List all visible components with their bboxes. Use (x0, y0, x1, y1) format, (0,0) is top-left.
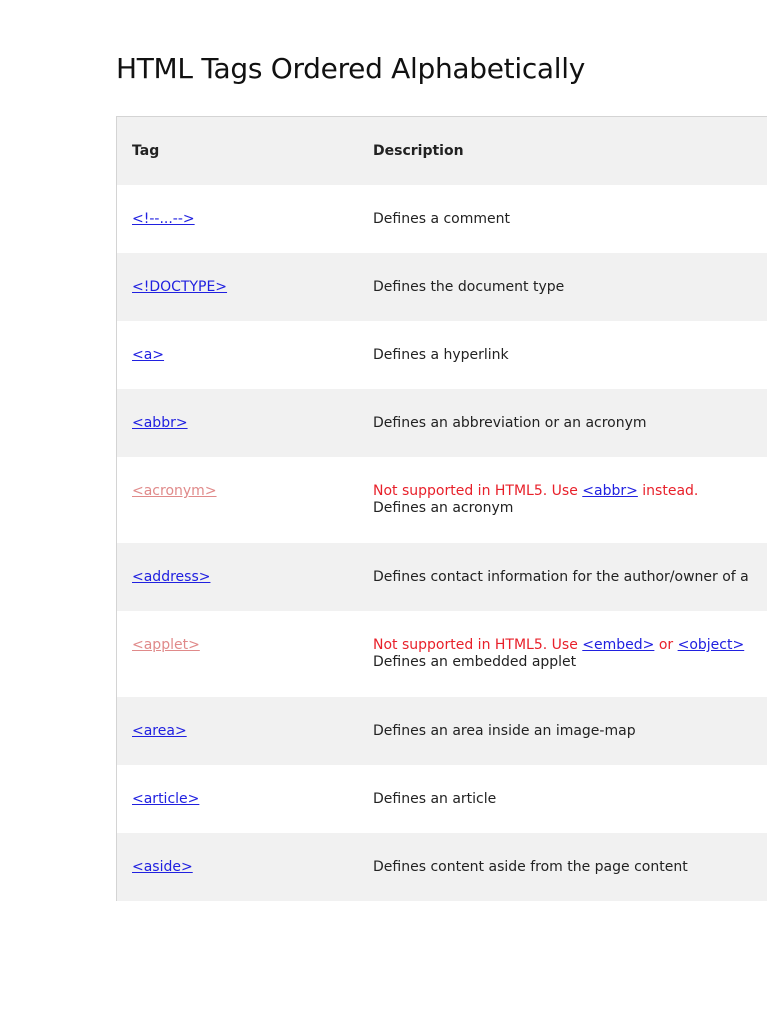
tag-link[interactable]: <article> (132, 791, 199, 808)
tag-link[interactable]: <abbr> (132, 415, 188, 432)
table-row: <applet> Not supported in HTML5. Use <em… (117, 611, 767, 697)
table-row: <aside> Defines content aside from the p… (117, 833, 767, 901)
description: Defines content aside from the page cont… (373, 859, 688, 875)
tag-link[interactable]: <!DOCTYPE> (132, 279, 227, 296)
warning-text: Not supported in HTML5. Use (373, 483, 583, 499)
warning-text: instead. (637, 483, 699, 499)
alternative-tag-link[interactable]: <embed> (582, 637, 654, 653)
tag-link[interactable]: <a> (132, 347, 164, 364)
alternative-tag-link[interactable]: <object> (678, 637, 745, 653)
warning-text: or (654, 637, 678, 653)
table-row: <!DOCTYPE> Defines the document type (117, 253, 767, 321)
description: Defines an article (373, 791, 497, 807)
table-row: <address> Defines contact information fo… (117, 543, 767, 611)
description: Defines a hyperlink (373, 347, 509, 363)
tag-link[interactable]: <address> (132, 569, 210, 586)
tag-link[interactable]: <aside> (132, 859, 193, 876)
description: Defines an abbreviation or an acronym (373, 415, 647, 431)
description: Defines contact information for the auth… (373, 569, 749, 585)
table-row: <abbr> Defines an abbreviation or an acr… (117, 389, 767, 457)
description: Defines an area inside an image-map (373, 723, 636, 739)
table-row: <acronym> Not supported in HTML5. Use <a… (117, 457, 767, 543)
description: Defines an acronym (373, 500, 514, 516)
header-tag: Tag (132, 143, 160, 159)
deprecated-tag-link[interactable]: <acronym> (132, 483, 217, 500)
description: Defines the document type (373, 279, 565, 295)
description: Defines an embedded applet (373, 654, 577, 670)
table-row: <!--...--> Defines a comment (117, 185, 767, 253)
warning-text: Not supported in HTML5. Use (373, 637, 583, 653)
description-cell: Not supported in HTML5. Use <abbr> inste… (373, 483, 761, 517)
deprecation-warning: Not supported in HTML5. Use <embed> or <… (373, 637, 761, 654)
tag-link[interactable]: <!--...--> (132, 211, 195, 228)
tag-link[interactable]: <area> (132, 723, 187, 740)
deprecation-warning: Not supported in HTML5. Use <abbr> inste… (373, 483, 761, 500)
header-description: Description (373, 143, 464, 159)
table-row: <area> Defines an area inside an image-m… (117, 697, 767, 765)
table-row: <article> Defines an article (117, 765, 767, 833)
description: Defines a comment (373, 211, 510, 227)
description-cell: Not supported in HTML5. Use <embed> or <… (373, 637, 761, 671)
table-row: <a> Defines a hyperlink (117, 321, 767, 389)
table-header: Tag Description (117, 117, 767, 185)
page-title: HTML Tags Ordered Alphabetically (116, 52, 586, 85)
alternative-tag-link[interactable]: <abbr> (582, 483, 638, 499)
tags-table: Tag Description <!--...--> Defines a com… (116, 116, 767, 901)
deprecated-tag-link[interactable]: <applet> (132, 637, 200, 654)
